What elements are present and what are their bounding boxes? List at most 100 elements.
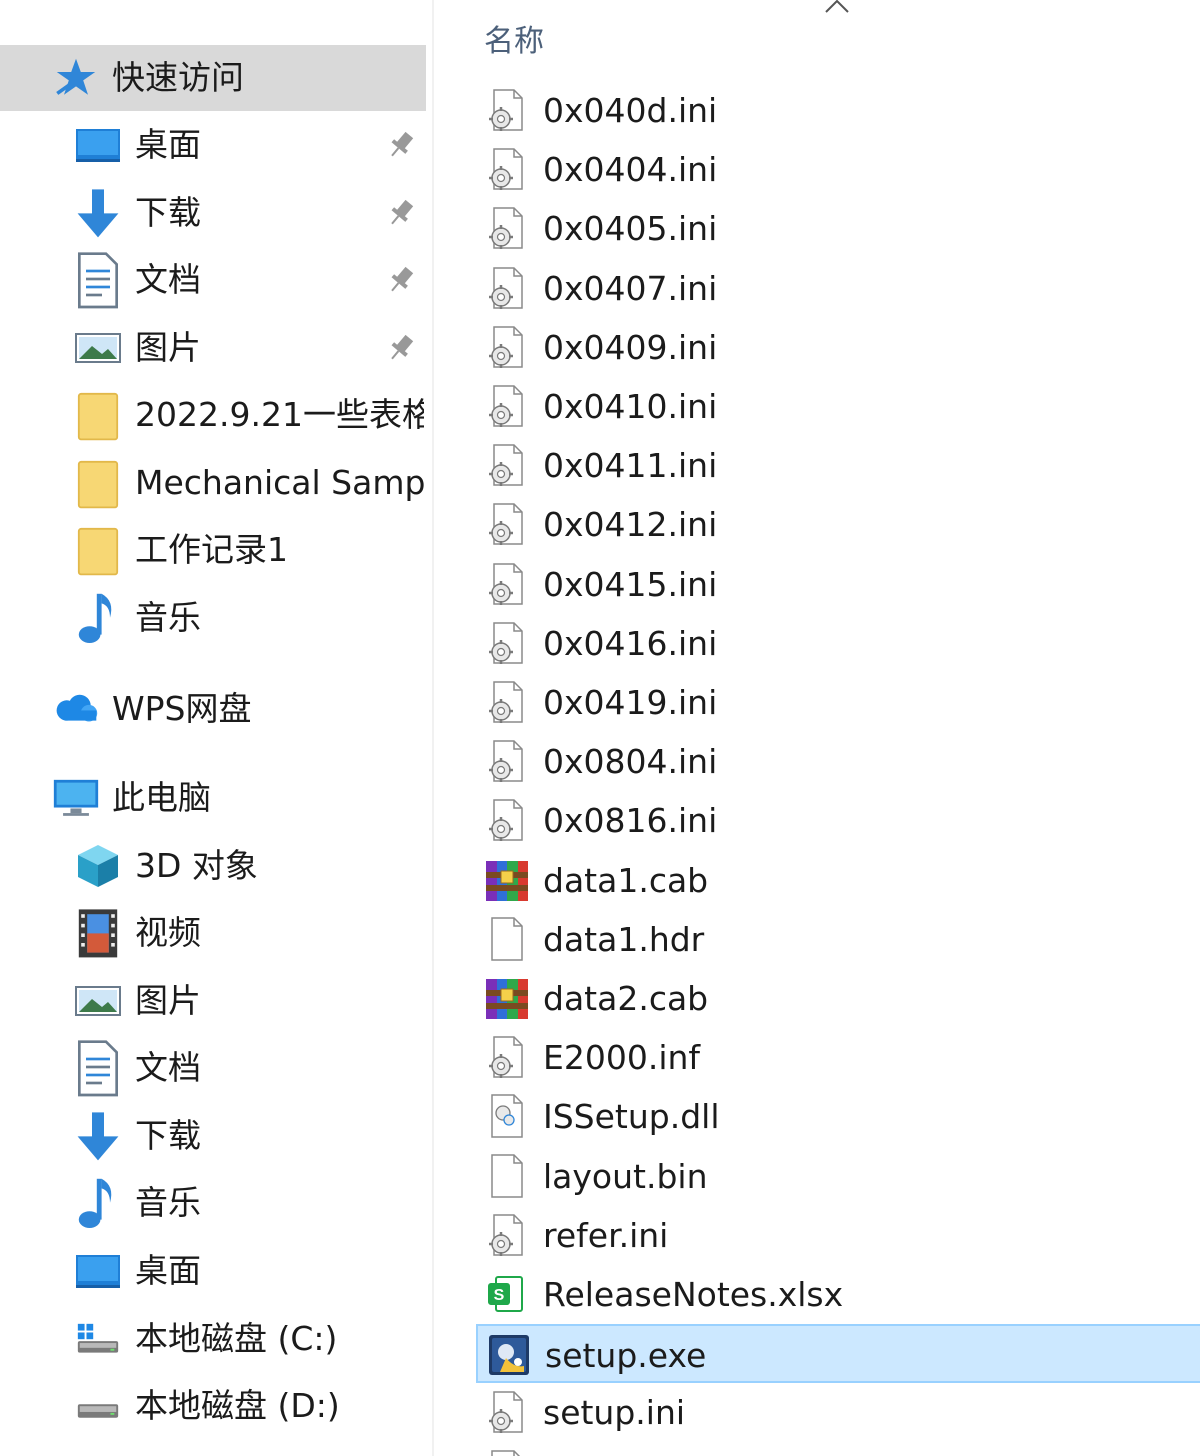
nav-pc-item[interactable]: 下载: [0, 1103, 426, 1169]
nav-pc-item[interactable]: 桌面: [0, 1238, 426, 1304]
archive-icon: [484, 975, 530, 1021]
nav-label: 工作记录1: [135, 530, 288, 569]
settings-file-icon: [484, 738, 530, 784]
nav-quick-item[interactable]: Mechanical Samp: [0, 450, 426, 516]
file-row[interactable]: 0x0416.ini: [476, 614, 1200, 673]
settings-file-icon: [484, 383, 530, 429]
file-row[interactable]: refer.ini: [476, 1206, 1200, 1265]
svg-text:S: S: [494, 1287, 505, 1304]
file-row[interactable]: 0x0804.ini: [476, 732, 1200, 791]
column-header-name[interactable]: 名称: [484, 16, 544, 60]
file-row-selected[interactable]: setup.exe: [476, 1324, 1200, 1384]
file-row[interactable]: 0x0411.ini: [476, 436, 1200, 495]
nav-quick-item[interactable]: 桌面: [0, 112, 426, 178]
spreadsheet-icon: S: [484, 1271, 530, 1317]
nav-label: 本地磁盘 (D:): [135, 1386, 340, 1425]
nav-pc-item[interactable]: 图片: [0, 968, 426, 1034]
file-name: ISSetup.dll: [543, 1097, 720, 1137]
file-row[interactable]: 0x040d.ini: [476, 81, 1200, 140]
nav-label: 下载: [135, 1116, 201, 1155]
file-row[interactable]: 0x0415.ini: [476, 555, 1200, 614]
nav-quick-item[interactable]: 工作记录1: [0, 517, 426, 583]
file-row[interactable]: E2000.inf: [476, 1028, 1200, 1087]
file-name: layout.bin: [543, 1156, 708, 1196]
file-row[interactable]: data2.cab: [476, 969, 1200, 1028]
file-name: data2.cab: [543, 979, 709, 1018]
blank-file-icon: [484, 1449, 530, 1456]
file-name: 0x0419.ini: [543, 683, 718, 722]
file-row[interactable]: data1.hdr: [476, 910, 1200, 969]
nav-label: 快速访问: [112, 58, 244, 97]
nav-quick-item[interactable]: 下载: [0, 180, 426, 246]
file-row[interactable]: data1.cab: [476, 851, 1200, 910]
dll-file-icon: [484, 1093, 530, 1139]
file-name: 0x0804.ini: [543, 742, 718, 782]
nav-quick-item[interactable]: 音乐: [0, 585, 426, 651]
file-list-pane: 名称 0x040d.ini 0x0404.ini 0x0405.ini 0x0407.…: [434, 0, 1200, 1456]
document-icon: [74, 1040, 122, 1096]
pictures-icon: [74, 977, 122, 1025]
file-name: 0x0411.ini: [543, 446, 718, 486]
settings-file-icon: [484, 205, 530, 251]
nav-pc-item[interactable]: 音乐: [0, 1170, 426, 1236]
file-name: 0x0405.ini: [543, 209, 718, 249]
file-row[interactable]: setup.ini: [476, 1383, 1200, 1442]
file-name: E2000.inf: [543, 1038, 701, 1078]
file-row[interactable]: 0x0816.ini: [476, 791, 1200, 850]
nav-label: 图片: [135, 328, 201, 367]
file-row[interactable]: ISSetup.dll: [476, 1087, 1200, 1146]
file-name: 0x040d.ini: [543, 91, 718, 130]
nav-pc-item[interactable]: 3D 对象: [0, 833, 426, 899]
nav-label: 2022.9.21一些表格: [135, 395, 424, 434]
nav-label: 桌面: [135, 125, 201, 164]
nav-quick-access[interactable]: 快速访问: [0, 45, 426, 111]
settings-file-icon: [484, 679, 530, 725]
nav-this-pc[interactable]: 此电脑: [0, 765, 426, 831]
pictures-icon: [74, 324, 122, 372]
star-pin-icon: [52, 54, 100, 102]
video-film-icon: [74, 909, 122, 958]
music-icon: [74, 1179, 122, 1229]
nav-wps-cloud[interactable]: WPS网盘: [0, 676, 426, 742]
settings-file-icon: [484, 1389, 530, 1435]
file-name: 0x0412.ini: [543, 505, 718, 545]
nav-label: 桌面: [135, 1251, 201, 1290]
pin-icon[interactable]: [384, 331, 418, 365]
settings-file-icon: [484, 797, 530, 843]
navigation-pane[interactable]: 快速访问 桌面 下载 文档 图片 2022.9.21一些表格 Mechanical Samp…: [0, 0, 432, 1456]
nav-label: 音乐: [135, 1183, 201, 1222]
blank-file-icon: [484, 916, 530, 962]
document-icon: [74, 252, 122, 308]
nav-pc-item[interactable]: 视频: [0, 900, 426, 966]
file-name: 0x0415.ini: [543, 564, 718, 604]
settings-file-icon: [484, 501, 530, 547]
nav-pc-item[interactable]: 文档: [0, 1035, 426, 1101]
nav-label: 文档: [135, 260, 201, 299]
file-row[interactable]: 0x0407.ini: [476, 259, 1200, 318]
file-name: 0x0416.ini: [543, 623, 718, 663]
nav-quick-item[interactable]: 文档: [0, 247, 426, 313]
sort-ascending-icon[interactable]: [822, 0, 852, 16]
file-row[interactable]: 0x0405.ini: [476, 199, 1200, 258]
nav-quick-item[interactable]: 图片: [0, 315, 426, 381]
pin-icon[interactable]: [384, 128, 418, 162]
download-arrow-icon: [74, 189, 122, 238]
file-row[interactable]: 0x0409.ini: [476, 318, 1200, 377]
file-row[interactable]: layout.bin: [476, 1147, 1200, 1206]
nav-label: 此电脑: [112, 778, 211, 817]
pin-icon[interactable]: [384, 196, 418, 230]
nav-quick-item[interactable]: 2022.9.21一些表格: [0, 382, 426, 448]
file-name: 0x0816.ini: [543, 801, 718, 841]
settings-file-icon: [484, 1034, 530, 1080]
nav-pc-item[interactable]: 本地磁盘 (D:): [0, 1373, 426, 1439]
file-row[interactable]: 0x0410.ini: [476, 377, 1200, 436]
pin-icon[interactable]: [384, 263, 418, 297]
file-row[interactable]: [476, 1443, 1200, 1456]
nav-pc-item[interactable]: 本地磁盘 (C:): [0, 1306, 426, 1372]
file-row[interactable]: 0x0404.ini: [476, 140, 1200, 199]
file-row[interactable]: 0x0419.ini: [476, 673, 1200, 732]
file-row[interactable]: S ReleaseNotes.xlsx: [476, 1265, 1200, 1324]
file-row[interactable]: 0x0412.ini: [476, 495, 1200, 554]
file-name: setup.exe: [545, 1336, 707, 1376]
settings-file-icon: [484, 561, 530, 607]
